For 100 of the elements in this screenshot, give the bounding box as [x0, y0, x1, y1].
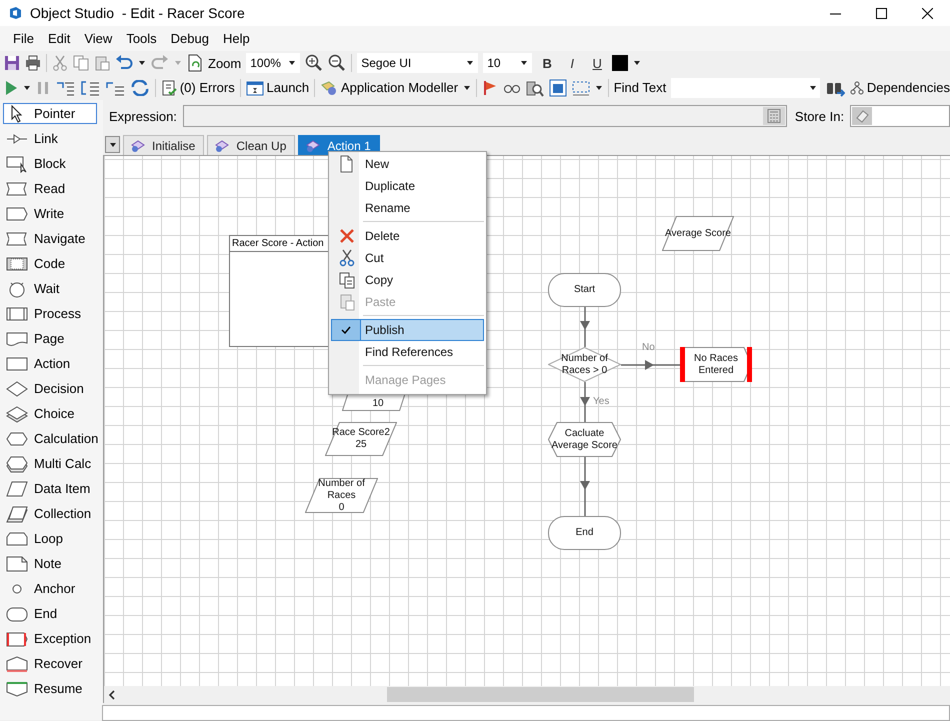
errors-button[interactable]: (0) Errors: [160, 80, 235, 96]
inspect-icon[interactable]: [526, 78, 544, 96]
palette-item[interactable]: Decision: [3, 378, 97, 399]
scrollbar-thumb[interactable]: [387, 687, 694, 702]
resume-shape-icon: [6, 680, 28, 698]
palette-item[interactable]: Exception: [3, 628, 97, 649]
selection-icon[interactable]: [572, 80, 590, 96]
page-refresh-icon[interactable]: [187, 54, 203, 72]
caret-icon[interactable]: [138, 60, 146, 66]
palette-item[interactable]: Code: [3, 253, 97, 274]
menu-item[interactable]: Find References: [331, 341, 484, 363]
menu-item[interactable]: Help: [216, 28, 257, 49]
caret-icon[interactable]: [633, 60, 642, 66]
caret-icon[interactable]: [463, 84, 472, 90]
write-shape-icon: [6, 204, 28, 222]
palette-item[interactable]: Wait: [3, 278, 97, 299]
step-over-icon[interactable]: [80, 80, 100, 96]
italic-button[interactable]: I: [562, 56, 582, 70]
palette-item[interactable]: Calculation: [3, 428, 97, 449]
menu-item[interactable]: Edit: [40, 28, 78, 49]
menu-item[interactable]: View: [77, 28, 120, 49]
parallelogram-shape-icon: [6, 480, 28, 498]
flow-arrow: [621, 360, 680, 370]
window-icon[interactable]: [548, 78, 567, 96]
caret-icon: [808, 84, 817, 90]
flag-icon[interactable]: [482, 80, 498, 96]
shapes-icon: [320, 80, 338, 96]
palette-item[interactable]: End: [3, 603, 97, 624]
palette-item[interactable]: Loop: [3, 528, 97, 549]
palette-item[interactable]: Data Item: [3, 478, 97, 499]
page-tab[interactable]: Initialise: [123, 135, 204, 155]
app-logo-icon: [8, 6, 22, 20]
paste-icon[interactable]: [94, 55, 110, 71]
shapes-icon: [130, 138, 146, 152]
block-icon: [6, 154, 28, 172]
data-item: Average Score: [662, 216, 734, 251]
palette-item[interactable]: Navigate: [3, 228, 97, 249]
palette-item[interactable]: Block: [3, 153, 97, 174]
caret-icon[interactable]: [594, 84, 603, 90]
menu-item[interactable]: Rename: [331, 197, 484, 219]
expression-field[interactable]: [182, 105, 787, 127]
link-label: No: [642, 342, 655, 353]
palette-item[interactable]: Choice: [3, 403, 97, 424]
code-shape-icon: [6, 254, 28, 272]
menu-item[interactable]: Debug: [164, 28, 216, 49]
exception-shape-icon: [6, 630, 28, 648]
zoom-out-icon[interactable]: [328, 54, 346, 72]
palette-item[interactable]: Action: [3, 353, 97, 374]
flow-arrow: [580, 382, 590, 422]
color-swatch[interactable]: [612, 55, 628, 71]
loop-icon[interactable]: [130, 80, 150, 96]
application-modeller-button[interactable]: Application Modeller: [320, 80, 458, 96]
zoom-in-icon[interactable]: [305, 54, 324, 72]
palette-item[interactable]: Link: [3, 128, 97, 149]
run-icon[interactable]: [4, 80, 18, 96]
dependencies-button[interactable]: Dependencies: [850, 80, 950, 95]
menu-item[interactable]: File: [6, 28, 41, 49]
process-shape-icon: [6, 304, 28, 322]
menu-item[interactable]: Publish: [331, 319, 484, 341]
menu-item[interactable]: Tools: [119, 28, 164, 49]
close-icon: [922, 8, 932, 18]
palette-item[interactable]: Resume: [3, 678, 97, 699]
find-text-field[interactable]: [671, 78, 820, 98]
step-into-icon[interactable]: [55, 80, 75, 96]
store-in-field[interactable]: [850, 105, 950, 127]
step-out-icon[interactable]: [105, 80, 125, 96]
palette-item[interactable]: Process: [3, 303, 97, 324]
palette-item[interactable]: Page: [3, 328, 97, 349]
font-name-combo[interactable]: Segoe UI: [357, 53, 478, 73]
link-label: Yes: [593, 396, 610, 407]
palette-item[interactable]: Anchor: [3, 578, 97, 599]
print-icon[interactable]: [25, 55, 41, 71]
launch-button[interactable]: Launch: [246, 80, 310, 96]
menu-item[interactable]: New: [331, 153, 484, 175]
undo-icon[interactable]: [115, 55, 133, 71]
palette-item[interactable]: Write: [3, 203, 97, 224]
bold-button[interactable]: B: [537, 56, 558, 70]
calculator-button[interactable]: [762, 107, 785, 125]
recover-shape-icon: [6, 654, 28, 672]
menu-item[interactable]: Duplicate: [331, 175, 484, 197]
stacked-parallelogram-icon: [6, 504, 28, 522]
palette-item[interactable]: Note: [3, 553, 97, 574]
page-tab[interactable]: Clean Up: [207, 135, 296, 155]
menu-item[interactable]: Copy: [331, 269, 484, 291]
caret-icon[interactable]: [23, 84, 31, 90]
underline-button[interactable]: U: [587, 56, 608, 70]
copy-icon: [338, 271, 356, 289]
font-size-combo[interactable]: 10: [483, 53, 532, 73]
palette-item[interactable]: Pointer: [3, 103, 97, 124]
palette-item[interactable]: Collection: [3, 503, 97, 524]
palette-item[interactable]: Read: [3, 178, 97, 199]
hexagon-shape-icon: [6, 430, 28, 448]
zoom-combo[interactable]: 100%: [246, 53, 300, 73]
rounded-rectangle-icon: [6, 604, 28, 622]
tab-list-button[interactable]: [105, 136, 120, 153]
copy-icon[interactable]: [73, 55, 89, 71]
palette-item[interactable]: Multi Calc: [3, 453, 97, 474]
save-icon[interactable]: [4, 55, 20, 71]
scroll-left-icon[interactable]: [108, 690, 116, 700]
palette-item[interactable]: Recover: [3, 653, 97, 674]
